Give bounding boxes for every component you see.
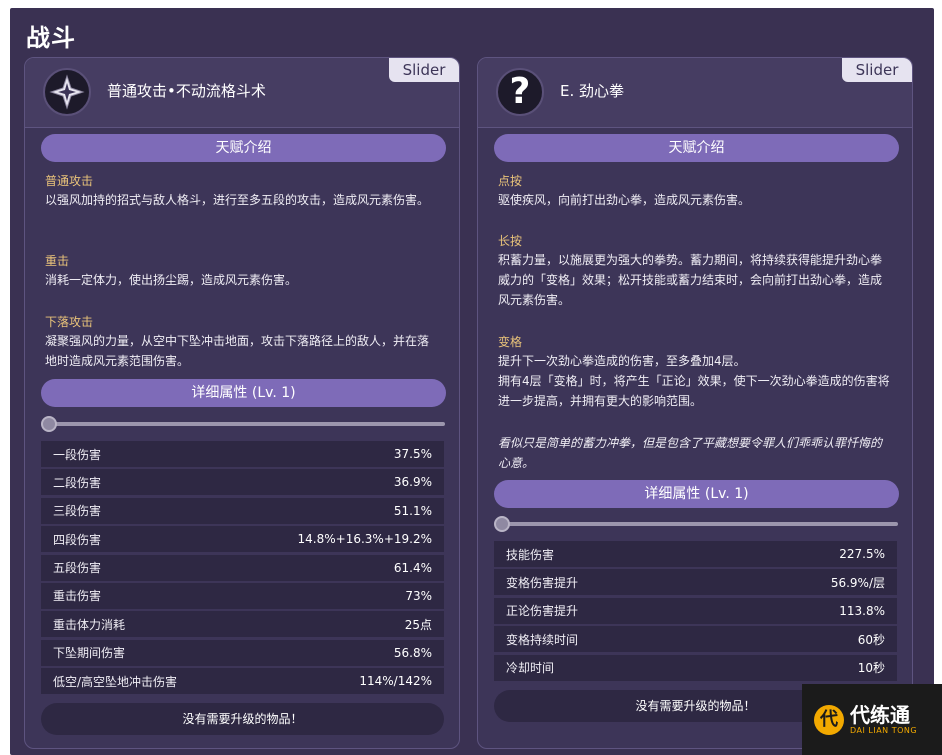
stat-value: 14.8%+16.3%+19.2% (297, 532, 432, 547)
level-slider-knob[interactable] (494, 516, 510, 532)
stat-value: 227.5% (839, 547, 885, 561)
stat-label: 下坠期间伤害 (53, 646, 126, 661)
paragraph-title: 重击 (45, 254, 70, 268)
stat-label: 重击体力消耗 (53, 617, 126, 632)
level-slider-track[interactable] (498, 522, 898, 526)
stat-value: 61.4% (393, 560, 432, 575)
stat-label: 一段伤害 (53, 447, 102, 462)
table-row: 变格持续时间 60秒 (494, 626, 897, 653)
stat-label: 低空/高空坠地冲击伤害 (53, 674, 178, 689)
paragraph-title: 长按 (498, 234, 523, 248)
table-row: 下坠期间伤害 56.8% (41, 639, 444, 666)
level-slider-track[interactable] (45, 422, 445, 426)
anemo-star-icon (43, 68, 91, 116)
flavor-text: 看似只是简单的蓄力冲拳，但是包含了平藏想要令罪人们乖乖认罪忏悔的心意。 (498, 436, 883, 470)
stat-value: 56.9%/层 (830, 575, 885, 590)
section-title: 战斗 (26, 24, 76, 52)
paragraph-title: 点按 (498, 174, 523, 188)
table-row: 五段伤害 61.4% (41, 554, 444, 581)
slider-tag[interactable]: Slider (842, 58, 912, 82)
stat-value: 10秒 (857, 661, 885, 676)
table-row: 变格伤害提升 56.9%/层 (494, 569, 897, 596)
watermark-logo-icon: 代 (814, 704, 844, 735)
detail-attributes-header: 详细属性 (Lv. 1) (41, 379, 446, 407)
stat-label: 五段伤害 (53, 561, 102, 576)
table-row: 二段伤害 36.9% (41, 469, 444, 496)
watermark-sub: DAI LIAN TONG (850, 726, 918, 735)
stat-value: 114%/142% (359, 674, 432, 689)
question-icon: ? (496, 68, 544, 116)
paragraph-text: 凝聚强风的力量，从空中下坠冲击地面，攻击下落路径上的敌人，并在落地时造成风元素范… (45, 334, 430, 368)
table-row: 三段伤害 51.1% (41, 497, 444, 524)
paragraph-title: 下落攻击 (45, 315, 94, 329)
stat-label: 正论伤害提升 (506, 604, 579, 619)
card-header: 普通攻击•不动流格斗术 Slider (25, 58, 459, 128)
paragraph-text: 积蓄力量，以施展更为强大的拳势。蓄力期间，将持续获得能提升劲心拳威力的「变格」效… (498, 253, 883, 307)
paragraph-text: 以强风加持的招式与敌人格斗，进行至多五段的攻击，造成风元素伤害。 (45, 193, 430, 207)
stat-value: 36.9% (393, 475, 432, 490)
stat-label: 四段伤害 (53, 532, 102, 547)
watermark-text: 代练通 DAI LIAN TONG (850, 704, 917, 735)
level-slider-knob[interactable] (41, 416, 57, 432)
skill-name: 普通攻击•不动流格斗术 (107, 82, 266, 100)
watermark-main: 代练通 (850, 703, 910, 727)
normal-attack-card: 普通攻击•不动流格斗术 Slider 天赋介绍 普通攻击 以强风加持的招式与敌人… (24, 57, 460, 749)
stat-label: 变格伤害提升 (506, 575, 579, 590)
table-row: 一段伤害 37.5% (41, 441, 444, 467)
talent-intro-header: 天赋介绍 (494, 134, 899, 162)
stat-value: 113.8% (839, 603, 885, 618)
paragraph-title: 变格 (498, 335, 523, 349)
stat-label: 重击伤害 (53, 589, 102, 604)
stats-table: 技能伤害 227.5% 变格伤害提升 56.9%/层 正论伤害提升 113.8% 变格… (494, 541, 897, 683)
detail-attributes-header: 详细属性 (Lv. 1) (494, 480, 899, 508)
paragraph-text: 提升下一次劲心拳造成的伤害，至多叠加4层。 拥有4层「变格」时，将产生「正论」效… (498, 354, 890, 408)
stat-value: 60秒 (857, 632, 885, 647)
elemental-skill-card: ? E. 劲心拳 Slider 天赋介绍 点按 驱使疾风，向前打出劲心拳，造成风… (477, 57, 913, 749)
stats-table: 一段伤害 37.5% 二段伤害 36.9% 三段伤害 51.1% 四段伤害 14.8%+… (41, 441, 444, 697)
stat-label: 二段伤害 (53, 475, 102, 490)
table-row: 冷却时间 10秒 (494, 654, 897, 681)
talent-intro-header: 天赋介绍 (41, 134, 446, 162)
stat-label: 变格持续时间 (506, 632, 579, 647)
table-row: 重击伤害 73% (41, 582, 444, 609)
stat-value: 37.5% (393, 447, 432, 461)
table-row: 技能伤害 227.5% (494, 541, 897, 567)
stat-value: 25点 (404, 617, 432, 632)
paragraph-title: 普通攻击 (45, 174, 94, 188)
paragraph-text: 消耗一定体力，使出扬尘踢，造成风元素伤害。 (45, 273, 298, 287)
table-row: 正论伤害提升 113.8% (494, 597, 897, 624)
stat-value: 51.1% (393, 503, 432, 518)
table-row: 四段伤害 14.8%+16.3%+19.2% (41, 526, 444, 553)
watermark: 代 代练通 DAI LIAN TONG (802, 684, 942, 755)
card-header: ? E. 劲心拳 Slider (478, 58, 912, 128)
table-row: 重击体力消耗 25点 (41, 611, 444, 638)
table-row: 低空/高空坠地冲击伤害 114%/142% (41, 668, 444, 695)
stat-label: 冷却时间 (506, 661, 555, 676)
stat-value: 73% (405, 588, 432, 603)
slider-tag[interactable]: Slider (389, 58, 459, 82)
paragraph-text: 驱使疾风，向前打出劲心拳，造成风元素伤害。 (498, 193, 751, 207)
upgrade-materials-button[interactable]: 没有需要升级的物品！ (41, 703, 444, 735)
stat-value: 56.8% (393, 645, 432, 660)
stat-label: 技能伤害 (506, 547, 555, 562)
stat-label: 三段伤害 (53, 504, 102, 519)
skill-name: E. 劲心拳 (560, 82, 625, 100)
